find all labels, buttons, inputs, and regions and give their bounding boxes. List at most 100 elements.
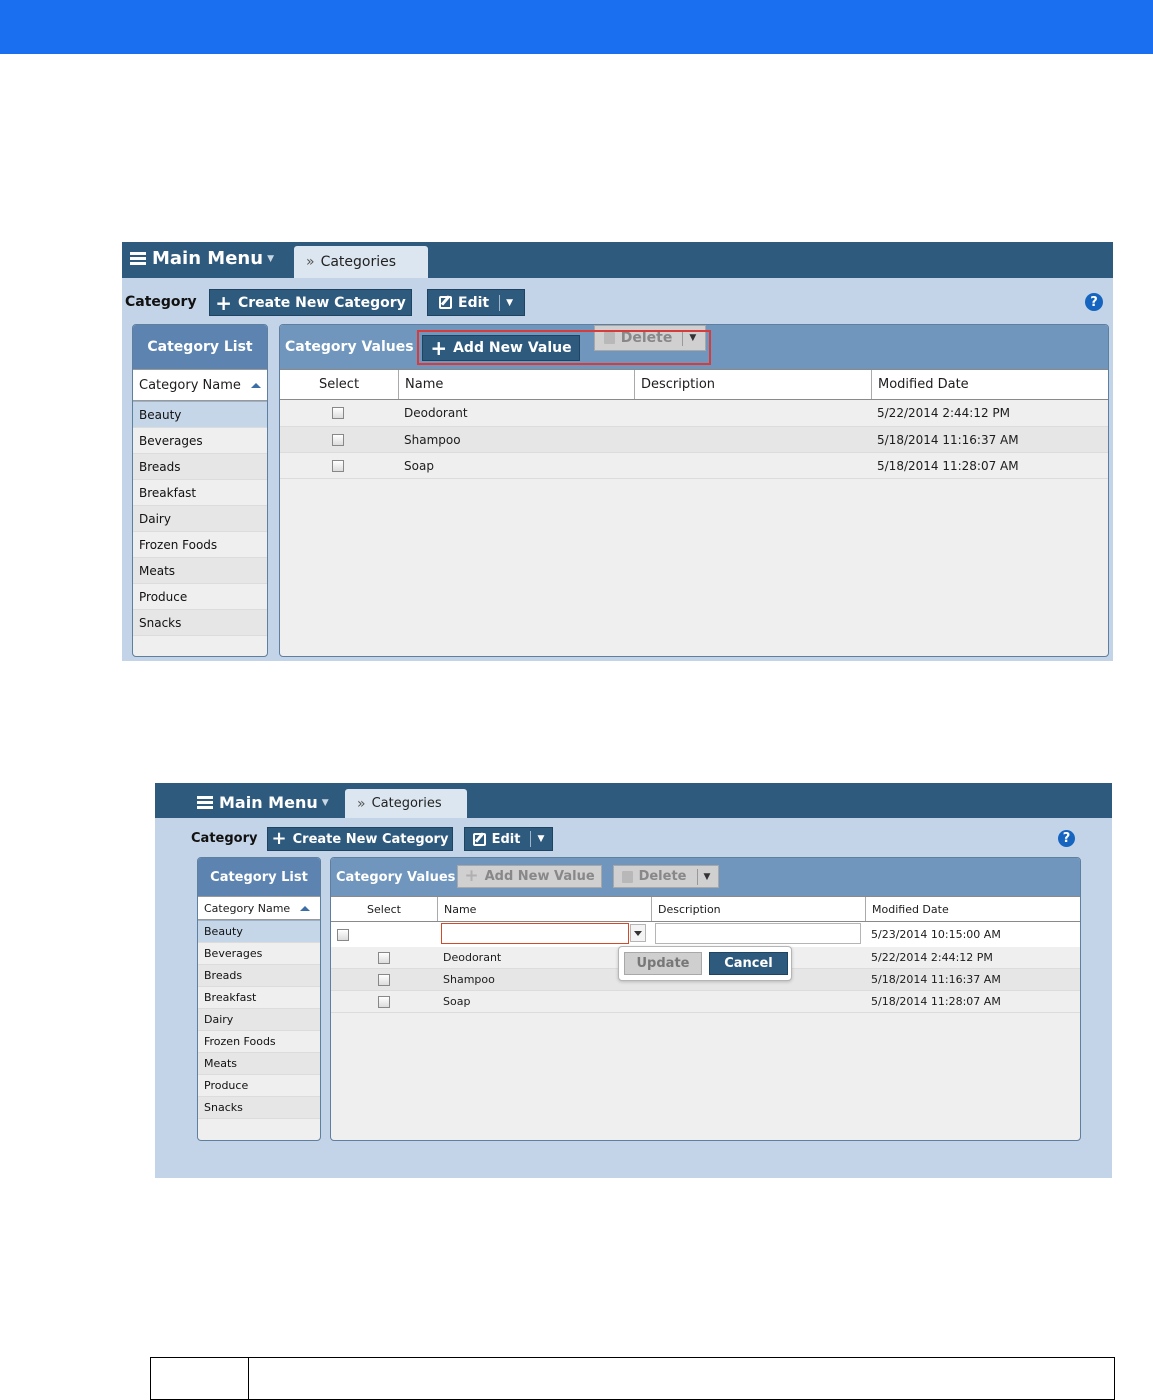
table-divider bbox=[248, 1358, 249, 1399]
tab-categories[interactable]: » Categories bbox=[294, 246, 428, 278]
category-item-beverages[interactable]: Beverages bbox=[198, 943, 320, 965]
plus-icon: + bbox=[215, 290, 232, 315]
category-item-dairy[interactable]: Dairy bbox=[133, 506, 267, 532]
name-column-header[interactable]: Name bbox=[437, 897, 651, 921]
description-column-header[interactable]: Description bbox=[634, 370, 871, 399]
create-new-category-label: Create New Category bbox=[237, 294, 406, 311]
app-header: Main Menu ▼ » Categories bbox=[122, 242, 1113, 278]
category-values-title: Category Values bbox=[285, 339, 414, 355]
select-column-header: Select bbox=[318, 377, 360, 392]
chevron-down-icon[interactable]: ▼ bbox=[537, 834, 544, 844]
category-item-produce[interactable]: Produce bbox=[198, 1075, 320, 1097]
row-checkbox[interactable] bbox=[332, 407, 344, 419]
create-new-category-button[interactable]: + Create New Category bbox=[209, 289, 412, 316]
edit-icon bbox=[439, 296, 452, 309]
update-label: Update bbox=[636, 956, 690, 971]
edit-label: Edit bbox=[491, 831, 521, 847]
main-menu-button[interactable]: Main Menu ▼ bbox=[130, 248, 274, 269]
category-item-breads[interactable]: Breads bbox=[133, 454, 267, 480]
select-column-header: Select bbox=[367, 902, 401, 916]
category-item-beauty[interactable]: Beauty bbox=[198, 920, 320, 943]
category-item-breakfast[interactable]: Breakfast bbox=[133, 480, 267, 506]
menu-list-icon bbox=[197, 795, 213, 810]
description-input[interactable] bbox=[655, 923, 861, 944]
edit-button[interactable]: Edit ▼ bbox=[427, 289, 525, 316]
sort-ascending-icon bbox=[250, 382, 261, 388]
create-new-category-button[interactable]: + Create New Category bbox=[267, 827, 453, 851]
values-grid-header: Select Name Description Modified Date bbox=[280, 369, 1108, 400]
modified-date-column-header[interactable]: Modified Date bbox=[871, 370, 1108, 399]
callout-highlight-box bbox=[417, 330, 711, 365]
description-column-header[interactable]: Description bbox=[651, 897, 865, 921]
row-modified-date: 5/18/2014 11:28:07 AM bbox=[871, 995, 1001, 1008]
category-name-column-header[interactable]: Category Name bbox=[133, 369, 267, 401]
category-values-panel: Category Values + Add New Value Delete ▼… bbox=[330, 857, 1081, 1141]
toolbar-label: Category bbox=[125, 294, 197, 310]
row-name: Deodorant bbox=[404, 406, 468, 420]
category-values-title: Category Values bbox=[336, 870, 456, 885]
row-modified-date: 5/18/2014 11:16:37 AM bbox=[877, 432, 1019, 447]
edit-button[interactable]: Edit ▼ bbox=[464, 827, 553, 851]
tab-label: Categories bbox=[371, 796, 442, 811]
edit-row-modified-date: 5/23/2014 10:15:00 AM bbox=[871, 928, 1001, 941]
category-item-meats[interactable]: Meats bbox=[198, 1053, 320, 1075]
tab-label: Categories bbox=[320, 254, 397, 270]
sort-ascending-icon bbox=[300, 905, 311, 911]
chevron-down-icon: ▼ bbox=[321, 797, 329, 808]
plus-icon: + bbox=[464, 866, 479, 886]
row-checkbox[interactable] bbox=[332, 459, 344, 472]
category-item-snacks[interactable]: Snacks bbox=[198, 1097, 320, 1119]
update-button[interactable]: Update bbox=[624, 952, 702, 975]
category-item-frozen-foods[interactable]: Frozen Foods bbox=[133, 532, 267, 558]
table-row: Shampoo 5/18/2014 11:16:37 AM bbox=[280, 427, 1108, 453]
category-list-title: Category List bbox=[133, 325, 267, 369]
row-modified-date: 5/18/2014 11:16:37 AM bbox=[871, 973, 1001, 986]
top-color-bar bbox=[0, 0, 1153, 54]
plus-icon: + bbox=[271, 828, 287, 849]
table-row: Deodorant 5/22/2014 2:44:12 PM bbox=[280, 400, 1108, 427]
chevron-down-icon[interactable]: ▼ bbox=[704, 872, 711, 882]
values-grid-header: Select Name Description Modified Date bbox=[331, 896, 1080, 922]
category-item-dairy[interactable]: Dairy bbox=[198, 1009, 320, 1031]
category-item-beverages[interactable]: Beverages bbox=[133, 428, 267, 454]
edit-label: Edit bbox=[458, 294, 490, 311]
category-item-produce[interactable]: Produce bbox=[133, 584, 267, 610]
category-item-beauty[interactable]: Beauty bbox=[133, 401, 267, 428]
row-name: Shampoo bbox=[443, 973, 495, 986]
toolbar-label: Category bbox=[191, 831, 258, 846]
category-list-title: Category List bbox=[198, 858, 320, 896]
chevron-down-icon[interactable]: ▼ bbox=[506, 298, 513, 308]
category-item-snacks[interactable]: Snacks bbox=[133, 610, 267, 636]
add-new-value-button: + Add New Value bbox=[457, 865, 602, 888]
tab-categories[interactable]: » Categories bbox=[345, 789, 467, 818]
help-icon[interactable]: ? bbox=[1085, 293, 1103, 311]
category-item-frozen-foods[interactable]: Frozen Foods bbox=[198, 1031, 320, 1053]
name-input[interactable] bbox=[441, 923, 629, 944]
delete-button: Delete ▼ bbox=[613, 865, 719, 888]
row-modified-date: 5/22/2014 2:44:12 PM bbox=[877, 406, 1011, 420]
category-name-column-header[interactable]: Category Name bbox=[198, 896, 320, 920]
category-item-meats[interactable]: Meats bbox=[133, 558, 267, 584]
table-row: Soap 5/18/2014 11:28:07 AM bbox=[280, 453, 1108, 479]
new-value-edit-row: 5/23/2014 10:15:00 AM bbox=[331, 922, 1080, 947]
row-checkbox[interactable] bbox=[378, 973, 390, 986]
category-item-breakfast[interactable]: Breakfast bbox=[198, 987, 320, 1009]
category-name-header-label: Category Name bbox=[204, 901, 291, 915]
row-checkbox[interactable] bbox=[337, 928, 349, 941]
delete-label: Delete bbox=[638, 869, 687, 884]
row-checkbox[interactable] bbox=[378, 995, 390, 1008]
modified-date-column-header[interactable]: Modified Date bbox=[865, 897, 1080, 921]
cancel-button[interactable]: Cancel bbox=[709, 952, 788, 975]
split-divider bbox=[696, 868, 698, 885]
chevron-down-icon: ▼ bbox=[267, 253, 274, 264]
name-dropdown-button[interactable] bbox=[630, 924, 646, 942]
create-new-category-label: Create New Category bbox=[292, 831, 449, 847]
category-values-panel: Category Values + Add New Value Delete ▼… bbox=[279, 324, 1109, 657]
row-checkbox[interactable] bbox=[378, 951, 390, 964]
help-icon[interactable]: ? bbox=[1058, 830, 1075, 847]
name-column-header[interactable]: Name bbox=[398, 370, 634, 399]
main-menu-button[interactable]: Main Menu ▼ bbox=[197, 793, 329, 812]
split-divider bbox=[499, 294, 501, 311]
category-item-breads[interactable]: Breads bbox=[198, 965, 320, 987]
row-checkbox[interactable] bbox=[332, 433, 344, 446]
